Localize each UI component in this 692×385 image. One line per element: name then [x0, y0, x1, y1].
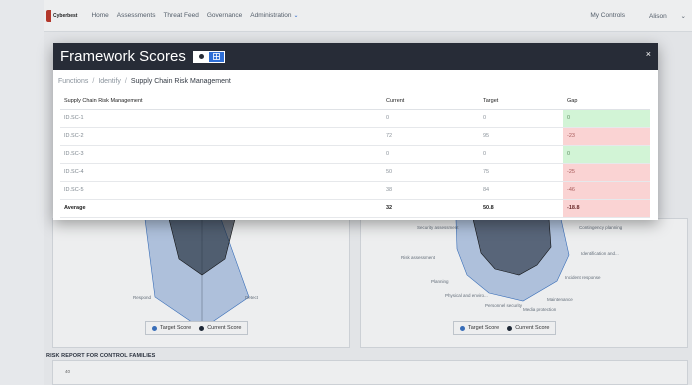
row-id: ID.SC-4	[60, 163, 382, 182]
row-gap: -46	[563, 181, 650, 200]
breadcrumb-functions[interactable]: Functions	[58, 78, 88, 85]
breadcrumb-identify[interactable]: Identify	[98, 78, 121, 85]
row-gap: 0	[563, 109, 650, 128]
table-row[interactable]: ID.SC-4 50 75 -25	[60, 163, 650, 182]
row-current: 38	[382, 181, 479, 200]
col-header-category: Supply Chain Risk Management	[60, 93, 382, 110]
row-gap: -23	[563, 127, 650, 146]
average-target: 50.8	[479, 199, 563, 218]
scores-table: Supply Chain Risk Management Current Tar…	[60, 93, 650, 218]
row-target: 84	[479, 181, 563, 200]
table-row[interactable]: ID.SC-5 38 84 -46	[60, 181, 650, 200]
row-id: ID.SC-1	[60, 109, 382, 128]
row-id: ID.SC-5	[60, 181, 382, 200]
table-row[interactable]: ID.SC-3 0 0 0	[60, 145, 650, 164]
row-target: 75	[479, 163, 563, 182]
col-header-target: Target	[479, 93, 563, 110]
row-gap: -25	[563, 163, 650, 182]
table-view-button[interactable]	[208, 51, 224, 62]
average-row: Average 32 50.8 -18.8	[60, 199, 650, 218]
row-current: 0	[382, 145, 479, 164]
framework-scores-modal: Framework Scores × Functions / Identify / Su…	[53, 43, 658, 220]
average-label: Average	[60, 199, 382, 218]
row-id: ID.SC-2	[60, 127, 382, 146]
table-header-row: Supply Chain Risk Management Current Tar…	[60, 93, 650, 110]
breadcrumb-separator: /	[92, 78, 95, 85]
row-target: 0	[479, 109, 563, 128]
breadcrumb-current: Supply Chain Risk Management	[130, 78, 231, 85]
row-current: 0	[382, 109, 479, 128]
breadcrumb-separator: /	[124, 78, 127, 85]
breadcrumb: Functions / Identify / Supply Chain Risk Man…	[53, 70, 658, 91]
average-gap: -18.8	[563, 199, 650, 218]
close-icon[interactable]: ×	[646, 49, 651, 59]
row-id: ID.SC-3	[60, 145, 382, 164]
row-target: 95	[479, 127, 563, 146]
table-row[interactable]: ID.SC-2 72 95 -23	[60, 127, 650, 146]
modal-header: Framework Scores ×	[53, 43, 658, 70]
view-toggle	[192, 50, 225, 63]
col-header-gap: Gap	[563, 93, 650, 110]
row-gap: 0	[563, 145, 650, 164]
row-current: 72	[382, 127, 479, 146]
table-row[interactable]: ID.SC-1 0 0 0	[60, 109, 650, 128]
average-current: 32	[382, 199, 479, 218]
chart-view-button[interactable]	[193, 51, 209, 62]
table-view-icon	[212, 53, 220, 60]
radar-view-icon	[198, 54, 204, 59]
row-current: 50	[382, 163, 479, 182]
modal-title: Framework Scores	[60, 48, 186, 65]
row-target: 0	[479, 145, 563, 164]
col-header-current: Current	[382, 93, 479, 110]
